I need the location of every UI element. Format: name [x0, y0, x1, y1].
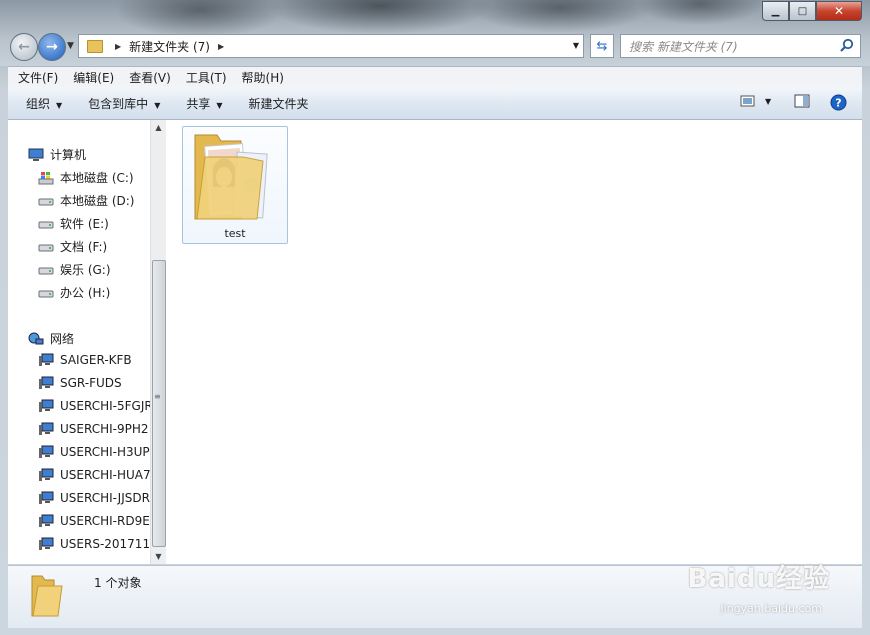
tree-item-network-computer[interactable]: USERCHI-H3UP	[38, 445, 150, 459]
tree-item-network-computer[interactable]: USERCHI-JJSDR	[38, 491, 150, 505]
tree-item-drive-h[interactable]: 办公 (H:)	[38, 284, 110, 301]
explorer-window: ▁ □ ✕ ← → ▼ ▶ 新建文件夹 (7) ▶ ▼ ⇆ 搜索 新建文件夹 (…	[0, 0, 870, 635]
network-icon	[28, 332, 44, 344]
navigation-bar: ← → ▼ ▶ 新建文件夹 (7) ▶ ▼ ⇆ 搜索 新建文件夹 (7)	[8, 32, 864, 61]
new-folder-label: 新建文件夹	[248, 96, 309, 111]
minimize-icon: ▁	[771, 5, 780, 17]
tree-item-network-computer[interactable]: USERCHI-HUA7	[38, 468, 151, 482]
back-arrow-icon: ←	[18, 39, 30, 55]
navigation-pane: 计算机 本地磁盘 (C:) 本地磁盘 (D:) 软件 (E:) 文档 (F:) …	[8, 120, 158, 564]
network-computer-icon	[39, 399, 54, 412]
tree-item-network-computer[interactable]: SGR-FUDS	[38, 376, 122, 390]
tree-item-network-computer[interactable]: USERCHI-5FGJR	[38, 399, 153, 413]
tree-item-drive-c[interactable]: 本地磁盘 (C:)	[38, 169, 134, 186]
recent-pages-dropdown[interactable]: ▼	[67, 41, 74, 51]
tree-item-network-computer[interactable]: USERS-2017110	[38, 537, 158, 551]
breadcrumb-arrow-icon[interactable]: ▶	[115, 42, 121, 51]
chevron-down-icon: ▼	[216, 100, 223, 110]
organize-label: 组织	[26, 96, 51, 111]
navigation-pane-scrollbar[interactable]: ▲ ≡ ▼	[150, 120, 166, 564]
tree-item-computer[interactable]: 计算机	[28, 146, 86, 163]
watermark-url: jingyan.baidu.com	[720, 602, 822, 615]
organize-button[interactable]: 组织 ▼	[26, 95, 62, 112]
change-view-icon[interactable]	[740, 94, 756, 108]
tree-item-network[interactable]: 网络	[28, 330, 74, 347]
windows-drive-icon	[38, 171, 54, 184]
address-bar[interactable]: ▶ 新建文件夹 (7) ▶ ▼	[78, 34, 584, 58]
chevron-down-icon: ▼	[56, 100, 63, 110]
share-button[interactable]: 共享 ▼	[186, 95, 222, 112]
network-computer-icon	[39, 468, 54, 481]
tree-item-network-computer[interactable]: USERCHI-9PH2	[38, 422, 149, 436]
close-button[interactable]: ✕	[816, 1, 862, 21]
tree-item-drive-e[interactable]: 软件 (E:)	[38, 215, 109, 232]
network-computer-icon	[39, 376, 54, 389]
scrollbar-thumb[interactable]	[152, 260, 166, 547]
network-computer-icon	[39, 353, 54, 366]
maximize-button[interactable]: □	[789, 1, 816, 21]
back-button[interactable]: ←	[10, 33, 38, 61]
tree-item-network-computer[interactable]: SAIGER-KFB	[38, 353, 132, 367]
menu-tools[interactable]: 工具(T)	[186, 69, 227, 86]
network-computer-icon	[39, 445, 54, 458]
tree-item-drive-f[interactable]: 文档 (F:)	[38, 238, 107, 255]
include-in-library-button[interactable]: 包含到库中 ▼	[88, 95, 160, 112]
search-icon[interactable]	[839, 38, 854, 53]
menu-edit[interactable]: 编辑(E)	[73, 69, 114, 86]
caption-buttons: ▁ □ ✕	[762, 1, 862, 21]
search-input[interactable]: 搜索 新建文件夹 (7)	[629, 38, 738, 55]
forward-arrow-icon: →	[46, 39, 58, 55]
folder-icon	[87, 39, 103, 53]
folder-item-name[interactable]: test	[183, 227, 287, 240]
new-folder-button[interactable]: 新建文件夹	[249, 95, 309, 112]
folder-icon	[31, 575, 63, 617]
minimize-button[interactable]: ▁	[762, 1, 789, 21]
close-icon: ✕	[833, 4, 845, 18]
network-computer-icon	[39, 491, 54, 504]
scroll-down-arrow-icon[interactable]: ▼	[151, 549, 166, 564]
menu-bar: 文件(F) 编辑(E) 查看(V) 工具(T) 帮助(H)	[8, 66, 862, 87]
view-options-dropdown-icon[interactable]: ▼	[765, 97, 771, 106]
refresh-button[interactable]: ⇆	[590, 34, 614, 58]
menu-file[interactable]: 文件(F)	[18, 69, 58, 86]
scrollbar-grip-icon: ≡	[154, 392, 161, 401]
tree-item-network-computer[interactable]: USERCHI-RD9E	[38, 514, 150, 528]
include-library-label: 包含到库中	[88, 96, 149, 111]
scroll-up-arrow-icon[interactable]: ▲	[151, 120, 166, 135]
network-computer-icon	[39, 537, 54, 550]
file-list-pane[interactable]: test	[166, 120, 862, 564]
hard-drive-icon	[38, 198, 54, 205]
folder-item[interactable]: test	[182, 126, 288, 244]
menu-help[interactable]: 帮助(H)	[242, 69, 284, 86]
share-label: 共享	[186, 96, 211, 111]
hard-drive-icon	[38, 221, 54, 228]
preview-pane-icon[interactable]	[794, 94, 810, 109]
tree-item-drive-g[interactable]: 娱乐 (G:)	[38, 261, 111, 278]
search-box[interactable]: 搜索 新建文件夹 (7)	[620, 34, 861, 58]
tree-item-drive-d[interactable]: 本地磁盘 (D:)	[38, 192, 134, 209]
hard-drive-icon	[38, 290, 54, 297]
breadcrumb-arrow-icon[interactable]: ▶	[218, 42, 224, 51]
svg-text:?: ?	[835, 97, 841, 110]
folder-with-images-icon	[194, 134, 268, 220]
network-computer-icon	[39, 514, 54, 527]
hard-drive-icon	[38, 267, 54, 274]
maximize-icon: □	[797, 5, 808, 17]
menu-view[interactable]: 查看(V)	[129, 69, 171, 86]
watermark-brand: Baidu经验	[687, 564, 830, 594]
address-dropdown-icon[interactable]: ▼	[573, 41, 579, 50]
hard-drive-icon	[38, 244, 54, 251]
chevron-down-icon: ▼	[154, 100, 161, 110]
forward-button[interactable]: →	[38, 33, 66, 61]
refresh-icon: ⇆	[596, 38, 608, 54]
item-count-text: 1 个对象	[94, 576, 142, 590]
breadcrumb-current-folder[interactable]: 新建文件夹 (7)	[129, 38, 210, 55]
help-icon[interactable]: ?	[830, 94, 847, 111]
network-computer-icon	[39, 422, 54, 435]
command-bar: 组织 ▼ 包含到库中 ▼ 共享 ▼ 新建文件夹 ▼ ?	[8, 87, 862, 120]
computer-icon	[28, 148, 44, 161]
